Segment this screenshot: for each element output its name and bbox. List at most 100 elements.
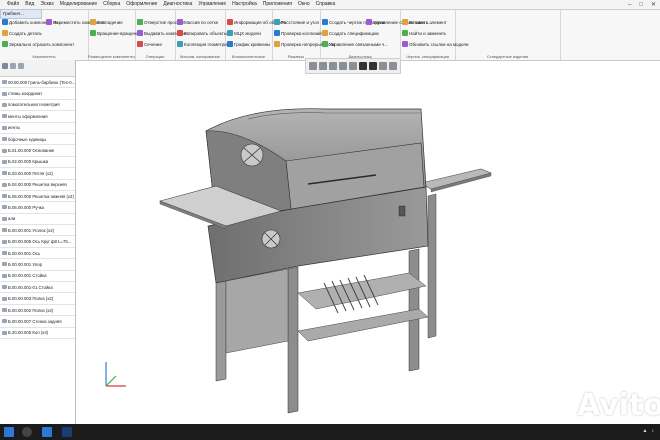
start-icon[interactable]	[4, 427, 14, 437]
filter-icon[interactable]	[389, 62, 397, 70]
tree-row[interactable]: Б.20.00.005 Кол (x4)	[0, 328, 75, 339]
ribbon-button[interactable]: Совпадение	[90, 19, 123, 25]
ribbon-button-icon	[402, 41, 408, 47]
tree-row[interactable]: борочные единицы	[0, 134, 75, 146]
ribbon-group-label: Массив, копирование	[179, 54, 221, 59]
tree-row[interactable]: Б.03.00.000 Петля (x2)	[0, 168, 75, 180]
ribbon-button[interactable]: Управление связанными ч...	[322, 41, 388, 47]
volume-icon[interactable]: ♪	[652, 428, 655, 434]
tree-row[interactable]: Б.01.00.000 Основание	[0, 145, 75, 157]
system-tray: ▲ ♪	[643, 428, 654, 434]
model-viewport[interactable]	[76, 61, 660, 424]
tree-row[interactable]: иенты	[0, 123, 75, 134]
ribbon-button[interactable]: Коллекция геометрии	[177, 41, 229, 47]
tree-row[interactable]: Б.05.00.000 Решетка нижняя (x2)	[0, 191, 75, 203]
tree-row[interactable]: али	[0, 214, 75, 226]
ribbon-button[interactable]: Массив по сетке	[177, 19, 218, 25]
menu-item[interactable]: Справка	[313, 0, 339, 9]
tree-row[interactable]: Б.00.00.002 Полка (x2)	[0, 305, 75, 317]
menu-item[interactable]: Приложения	[260, 0, 295, 9]
tree-row[interactable]: 00.00.000 Гриль-барбекю (Тех-0...	[0, 77, 75, 89]
tree-view-icon[interactable]	[10, 63, 16, 69]
zoom-icon[interactable]	[319, 62, 327, 70]
tree-row[interactable]: Б.00.00.001-01 Стойка	[0, 282, 75, 294]
axis-triad	[105, 362, 126, 387]
menu-item[interactable]: Диагностика	[160, 0, 195, 9]
ribbon-button-label: Управление связанными ч...	[329, 41, 389, 47]
ribbon-button-icon	[322, 19, 328, 25]
zoom-fit-icon[interactable]	[309, 62, 317, 70]
ribbon-button-label: Создать деталь	[9, 30, 42, 36]
ribbon-button-label: Совпадение	[97, 19, 123, 25]
menu-item[interactable]: Оформление	[123, 0, 160, 9]
menu-item[interactable]: Сборка	[100, 0, 123, 9]
tree-row[interactable]: Б.00.00.006 Ось Круг ф8 L=75...	[0, 236, 75, 248]
tree-row-label: Б.00.00.001 Упор	[8, 261, 42, 267]
component-icon	[2, 182, 7, 187]
ribbon-button[interactable]: Вращение-вращение	[90, 30, 141, 36]
settings-icon[interactable]	[18, 63, 24, 69]
component-icon	[2, 216, 7, 221]
component-icon	[2, 91, 7, 96]
section-icon[interactable]	[379, 62, 387, 70]
title-bar: Файл Вид Эскиз Моделирование Сборка Оформлени…	[0, 0, 660, 10]
orient-icon[interactable]	[349, 62, 357, 70]
menu-item[interactable]: Окно	[295, 0, 313, 9]
ribbon-button[interactable]: Расстояние и угол	[274, 19, 319, 25]
ribbon-button[interactable]: Найти и заменить	[402, 30, 446, 36]
component-icon	[2, 125, 7, 130]
tree-row[interactable]: помогательная геометрия	[0, 100, 75, 112]
ribbon-button[interactable]: Копировать объекты	[177, 30, 227, 36]
rotate-icon[interactable]	[329, 62, 337, 70]
tree-row-label: Б.01.00.000 Основание	[8, 148, 55, 154]
ribbon-button-icon	[322, 30, 328, 36]
tree-row-label: Б.00.00.002 Полка (x2)	[8, 307, 54, 313]
tree-header	[0, 60, 76, 77]
search-icon[interactable]	[22, 427, 32, 437]
component-icon	[2, 114, 7, 119]
ribbon-group: Массив по сетке Копировать объекты Коллекц…	[175, 10, 229, 60]
tree-row[interactable]: Б.00.00.001 Уголок (x2)	[0, 225, 75, 237]
bottom-shelf	[297, 308, 429, 342]
tree-row[interactable]: Б.00.00.007 Стенка задняя	[0, 316, 75, 328]
tree-row[interactable]: Б.05.00.000 Ручка	[0, 202, 75, 214]
menu-item[interactable]: Вид	[22, 0, 37, 9]
ribbon-button[interactable]: Проверка коллизий	[274, 30, 322, 36]
maximize-icon[interactable]: □	[639, 2, 643, 8]
ribbon-button[interactable]: Вставить элемент	[402, 19, 447, 25]
kompas-icon[interactable]	[42, 427, 52, 437]
close-icon[interactable]: ✕	[651, 1, 656, 8]
tree-row-label: али	[8, 216, 16, 222]
filter-icon[interactable]	[2, 63, 8, 69]
ribbon-button[interactable]: График кривизны	[227, 41, 270, 47]
minimize-icon[interactable]: –	[628, 2, 631, 8]
tree-row[interactable]: Б.02.00.000 Крышка	[0, 157, 75, 169]
tree-row[interactable]: Б.00.00.001 Стойка	[0, 271, 75, 283]
shading-icon[interactable]	[369, 62, 377, 70]
tree-row[interactable]: Б.04.00.000 Решетка верхняя	[0, 180, 75, 191]
tree-row[interactable]: Б.00.00.001 Упор	[0, 259, 75, 271]
menu-item[interactable]: Файл	[4, 0, 22, 9]
menu-item[interactable]: Моделирование	[57, 0, 100, 9]
ribbon-button-icon	[274, 30, 280, 36]
tree-row[interactable]: Б.00.00.001 Ось	[0, 248, 75, 260]
component-icon	[2, 148, 7, 153]
view-mode-icon[interactable]	[359, 62, 367, 70]
ribbon-button[interactable]: Зеркально отразить компонент	[2, 41, 74, 47]
menu-item[interactable]: Управление	[195, 0, 229, 9]
photoshop-icon[interactable]	[62, 427, 72, 437]
tree-row[interactable]: менты оформления	[0, 111, 75, 123]
menu-item[interactable]: Эскиз	[37, 0, 56, 9]
tree-row[interactable]: Б.00.00.003 Полка (x2)	[0, 293, 75, 305]
ribbon-button[interactable]: Создать спецификацию	[322, 30, 379, 36]
tree-row[interactable]: стемы координат	[0, 88, 75, 100]
ribbon-button[interactable]: МЦХ модели	[227, 30, 261, 36]
ribbon-button-icon	[402, 30, 408, 36]
ribbon-button-icon	[366, 19, 372, 25]
pan-icon[interactable]	[339, 62, 347, 70]
ribbon-button-icon	[274, 41, 280, 47]
menu-item[interactable]: Настройка	[229, 0, 260, 9]
network-icon[interactable]: ▲	[643, 428, 648, 434]
ribbon-button[interactable]: Создать деталь	[2, 30, 42, 36]
ribbon-button[interactable]: Сечение	[137, 41, 162, 47]
